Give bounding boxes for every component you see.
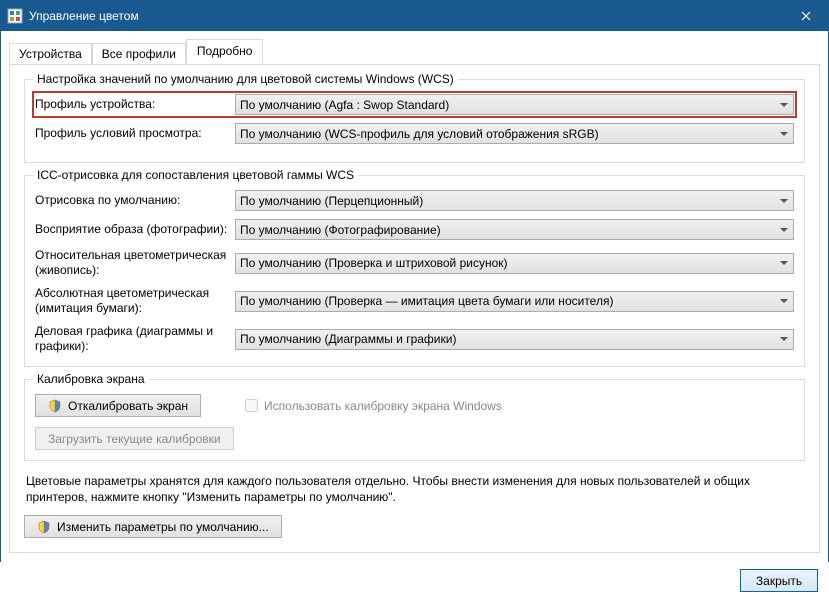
row-viewing-profile: Профиль условий просмотра: По умолчанию …: [35, 123, 794, 144]
change-defaults-label: Изменить параметры по умолчанию...: [57, 520, 269, 534]
tab-panel-advanced: Настройка значений по умолчанию для цвет…: [9, 64, 820, 553]
group-icc-rendering: ICC-отрисовка для сопоставления цветовой…: [24, 175, 805, 367]
app-icon: [7, 8, 23, 24]
device-profile-combo[interactable]: По умолчанию (Agfa : Swop Standard): [235, 94, 794, 115]
row-default-render: Отрисовка по умолчанию: По умолчанию (Пе…: [35, 190, 794, 211]
close-window-button[interactable]: [783, 1, 828, 31]
group-icc-rendering-legend: ICC-отрисовка для сопоставления цветовой…: [33, 168, 358, 182]
absolute-label: Абсолютная цветометрическая (имитация бу…: [35, 286, 235, 316]
group-wcs-defaults: Настройка значений по умолчанию для цвет…: [24, 79, 805, 163]
tab-all-profiles[interactable]: Все профили: [92, 43, 186, 65]
row-absolute: Абсолютная цветометрическая (имитация бу…: [35, 286, 794, 316]
business-combo[interactable]: По умолчанию (Диаграммы и графики): [235, 329, 794, 350]
close-icon: [801, 11, 811, 21]
color-management-window: Управление цветом Устройства Все профили…: [0, 0, 829, 562]
row-business: Деловая графика (диаграммы и графики): П…: [35, 324, 794, 354]
viewing-profile-combo-wrap: По умолчанию (WCS-профиль для условий от…: [235, 123, 794, 144]
dialog-footer: Закрыть: [1, 561, 828, 602]
business-label: Деловая графика (диаграммы и графики):: [35, 324, 235, 354]
perceptual-label: Восприятие образа (фотографии):: [35, 222, 235, 237]
relative-label: Относительная цветометрическая (живопись…: [35, 248, 235, 278]
tab-bar: Устройства Все профили Подробно: [9, 39, 820, 64]
use-windows-calibration-text: Использовать калибровку экрана Windows: [264, 399, 502, 413]
shield-icon: [48, 399, 62, 413]
calibrate-screen-button[interactable]: Откалибровать экран: [35, 394, 201, 417]
titlebar: Управление цветом: [1, 1, 828, 31]
group-screen-calibration-legend: Калибровка экрана: [33, 372, 149, 386]
calibrate-screen-label: Откалибровать экран: [68, 399, 188, 413]
load-current-calibrations-label: Загрузить текущие калибровки: [48, 432, 221, 446]
footer-explanation: Цветовые параметры хранятся для каждого …: [26, 473, 803, 505]
shield-icon: [37, 520, 51, 534]
close-button[interactable]: Закрыть: [740, 569, 818, 592]
default-render-label: Отрисовка по умолчанию:: [35, 193, 235, 208]
tab-devices[interactable]: Устройства: [9, 43, 92, 65]
absolute-combo[interactable]: По умолчанию (Проверка — имитация цвета …: [235, 291, 794, 312]
row-perceptual: Восприятие образа (фотографии): По умолч…: [35, 219, 794, 240]
viewing-profile-combo[interactable]: По умолчанию (WCS-профиль для условий от…: [235, 123, 794, 144]
row-relative: Относительная цветометрическая (живопись…: [35, 248, 794, 278]
use-windows-calibration-checkbox[interactable]: [245, 399, 258, 412]
relative-combo[interactable]: По умолчанию (Проверка и штриховой рисун…: [235, 253, 794, 274]
use-windows-calibration-label: Использовать калибровку экрана Windows: [241, 396, 502, 415]
close-button-label: Закрыть: [756, 574, 802, 588]
viewing-profile-label: Профиль условий просмотра:: [35, 126, 235, 141]
perceptual-combo[interactable]: По умолчанию (Фотографирование): [235, 219, 794, 240]
tab-advanced[interactable]: Подробно: [186, 39, 264, 64]
group-wcs-defaults-legend: Настройка значений по умолчанию для цвет…: [33, 72, 458, 86]
window-body: Устройства Все профили Подробно Настройк…: [1, 31, 828, 561]
device-profile-label: Профиль устройства:: [35, 97, 235, 112]
window-title: Управление цветом: [29, 9, 783, 23]
default-render-combo[interactable]: По умолчанию (Перцепционный): [235, 190, 794, 211]
change-defaults-button[interactable]: Изменить параметры по умолчанию...: [24, 515, 282, 538]
device-profile-combo-wrap: По умолчанию (Agfa : Swop Standard): [235, 94, 794, 115]
row-device-profile: Профиль устройства: По умолчанию (Agfa :…: [32, 91, 797, 118]
load-current-calibrations-button: Загрузить текущие калибровки: [35, 427, 234, 450]
group-screen-calibration: Калибровка экрана Откалибровать экран: [24, 379, 805, 461]
